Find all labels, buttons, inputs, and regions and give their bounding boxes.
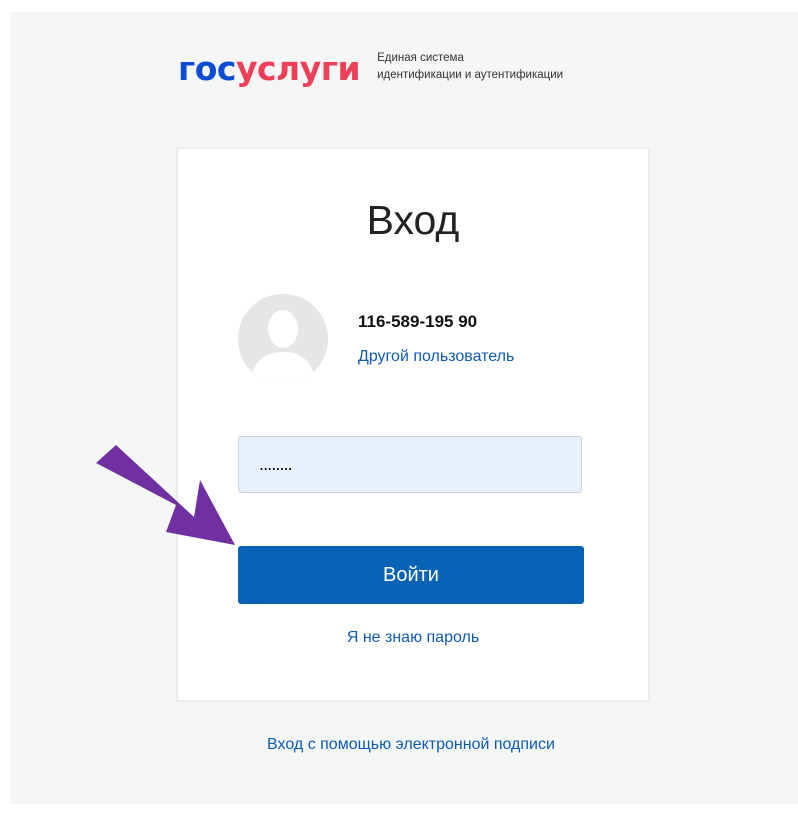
signature-login-link[interactable]: Вход с помощью электронной подписи (10, 736, 798, 754)
other-user-link[interactable]: Другой пользователь (358, 348, 514, 366)
user-id: 116-589-195 90 (358, 312, 478, 331)
login-button[interactable]: Войти (238, 546, 584, 604)
logo-part-uslugi: услуги (235, 49, 361, 88)
tagline-line1: Единая система (377, 52, 464, 64)
login-page: госуслуги Единая система идентификации и… (10, 12, 798, 804)
login-card: Вход 116-589-195 90 Другой пользователь … (176, 147, 650, 702)
password-field[interactable] (238, 436, 582, 493)
gosuslugi-logo[interactable]: госуслуги (178, 49, 361, 88)
page-title: Вход (366, 197, 460, 243)
logo-part-gos: гос (178, 49, 236, 88)
forgot-password-link[interactable]: Я не знаю пароль (178, 629, 648, 647)
tagline: Единая система идентификации и аутентифи… (377, 50, 563, 84)
tagline-line2: идентификации и аутентификации (377, 69, 564, 81)
user-avatar-icon (238, 294, 328, 384)
header: госуслуги Единая система идентификации и… (178, 50, 563, 90)
